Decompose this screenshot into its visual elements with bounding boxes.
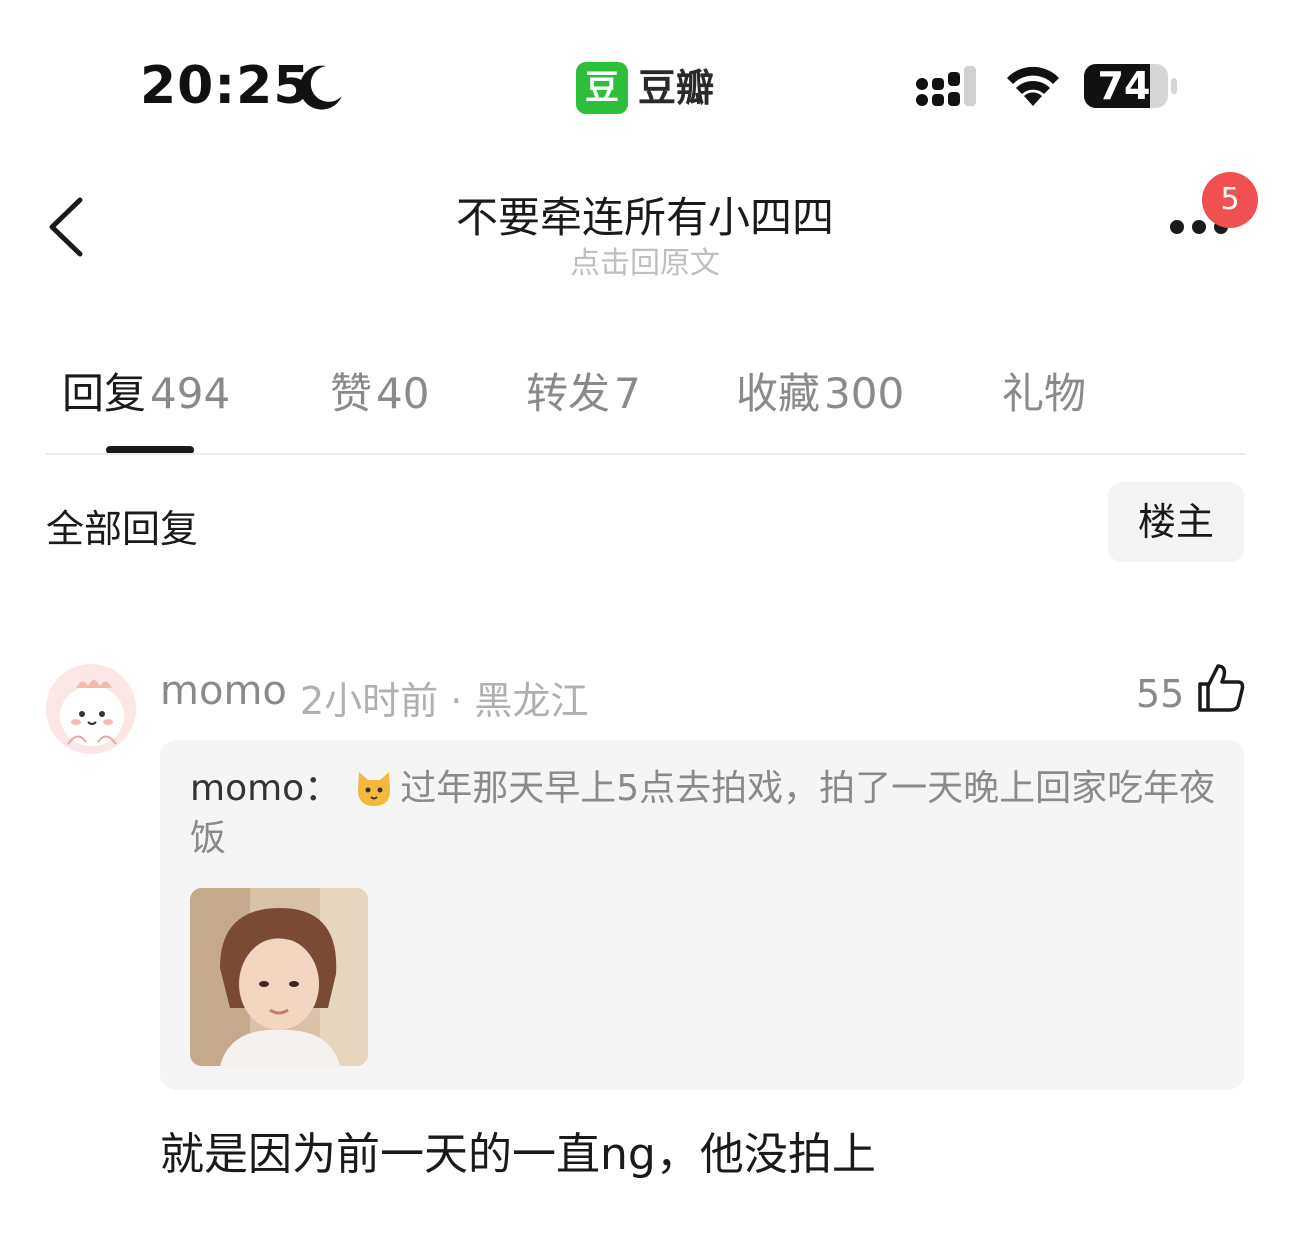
page-title: 不要牵连所有小四四 — [455, 193, 834, 242]
tab-label: 转发 — [526, 369, 611, 418]
notification-badge: 5 — [1202, 172, 1258, 228]
tab-label: 回复 — [62, 369, 147, 418]
tab-reshares[interactable]: 转发7 — [526, 360, 641, 421]
quoted-photo[interactable] — [190, 888, 368, 1066]
quoted-username: momo： — [190, 768, 341, 809]
reply-text: 就是因为前一天的一直ng，他没拍上 — [160, 1129, 876, 1180]
tab-bar: 回复494 赞40 转发7 收藏300 礼物 — [0, 360, 1290, 420]
quoted-text-block: momo： 过年那天早上5点去拍戏，拍了一天晚上回家吃年夜饭 — [190, 764, 1220, 864]
tab-count: 40 — [376, 369, 430, 418]
comment-meta: 2小时前 · 黑龙江 — [300, 679, 589, 723]
thumbs-up-icon[interactable] — [1196, 662, 1246, 714]
all-replies-label[interactable]: 全部回复 — [46, 498, 198, 553]
tab-likes[interactable]: 赞40 — [330, 360, 429, 421]
tab-gifts[interactable]: 礼物 — [1002, 360, 1086, 421]
tab-collections[interactable]: 收藏300 — [736, 360, 904, 421]
app-name: 豆瓣 — [638, 66, 715, 110]
douban-app-icon: 豆 — [576, 62, 628, 114]
tab-label: 收藏 — [736, 369, 821, 418]
cat-face-icon — [358, 772, 391, 806]
tab-count: 494 — [150, 369, 231, 418]
tab-divider — [46, 453, 1246, 455]
op-only-button[interactable]: 楼主 — [1108, 482, 1244, 562]
status-bar: 20:25 豆 豆瓣 74 — [0, 0, 1290, 140]
comment-username[interactable]: momo — [160, 668, 287, 714]
back-to-original-link[interactable]: 点击回原文 — [345, 238, 945, 282]
tab-count: 300 — [824, 369, 905, 418]
avatar[interactable] — [46, 664, 136, 754]
tab-replies[interactable]: 回复494 — [62, 360, 230, 421]
portrait-image — [190, 888, 368, 1066]
tab-label: 赞 — [330, 369, 373, 418]
tab-label: 礼物 — [1002, 369, 1087, 418]
battery-level: 74 — [1097, 64, 1151, 108]
wifi-icon — [1007, 66, 1059, 106]
moon-icon — [299, 65, 342, 110]
back-arrow-icon[interactable] — [44, 194, 88, 260]
like-count: 55 — [1136, 672, 1185, 716]
tab-count: 7 — [614, 369, 641, 418]
quoted-body: 过年那天早上5点去拍戏，拍了一天晚上回家吃年夜饭 — [190, 768, 1216, 859]
cellular-signal-icon — [916, 66, 976, 106]
status-time: 20:25 — [140, 56, 311, 116]
avatar-image — [46, 664, 136, 754]
quoted-comment[interactable]: momo： 过年那天早上5点去拍戏，拍了一天晚上回家吃年夜饭 — [160, 740, 1244, 1090]
